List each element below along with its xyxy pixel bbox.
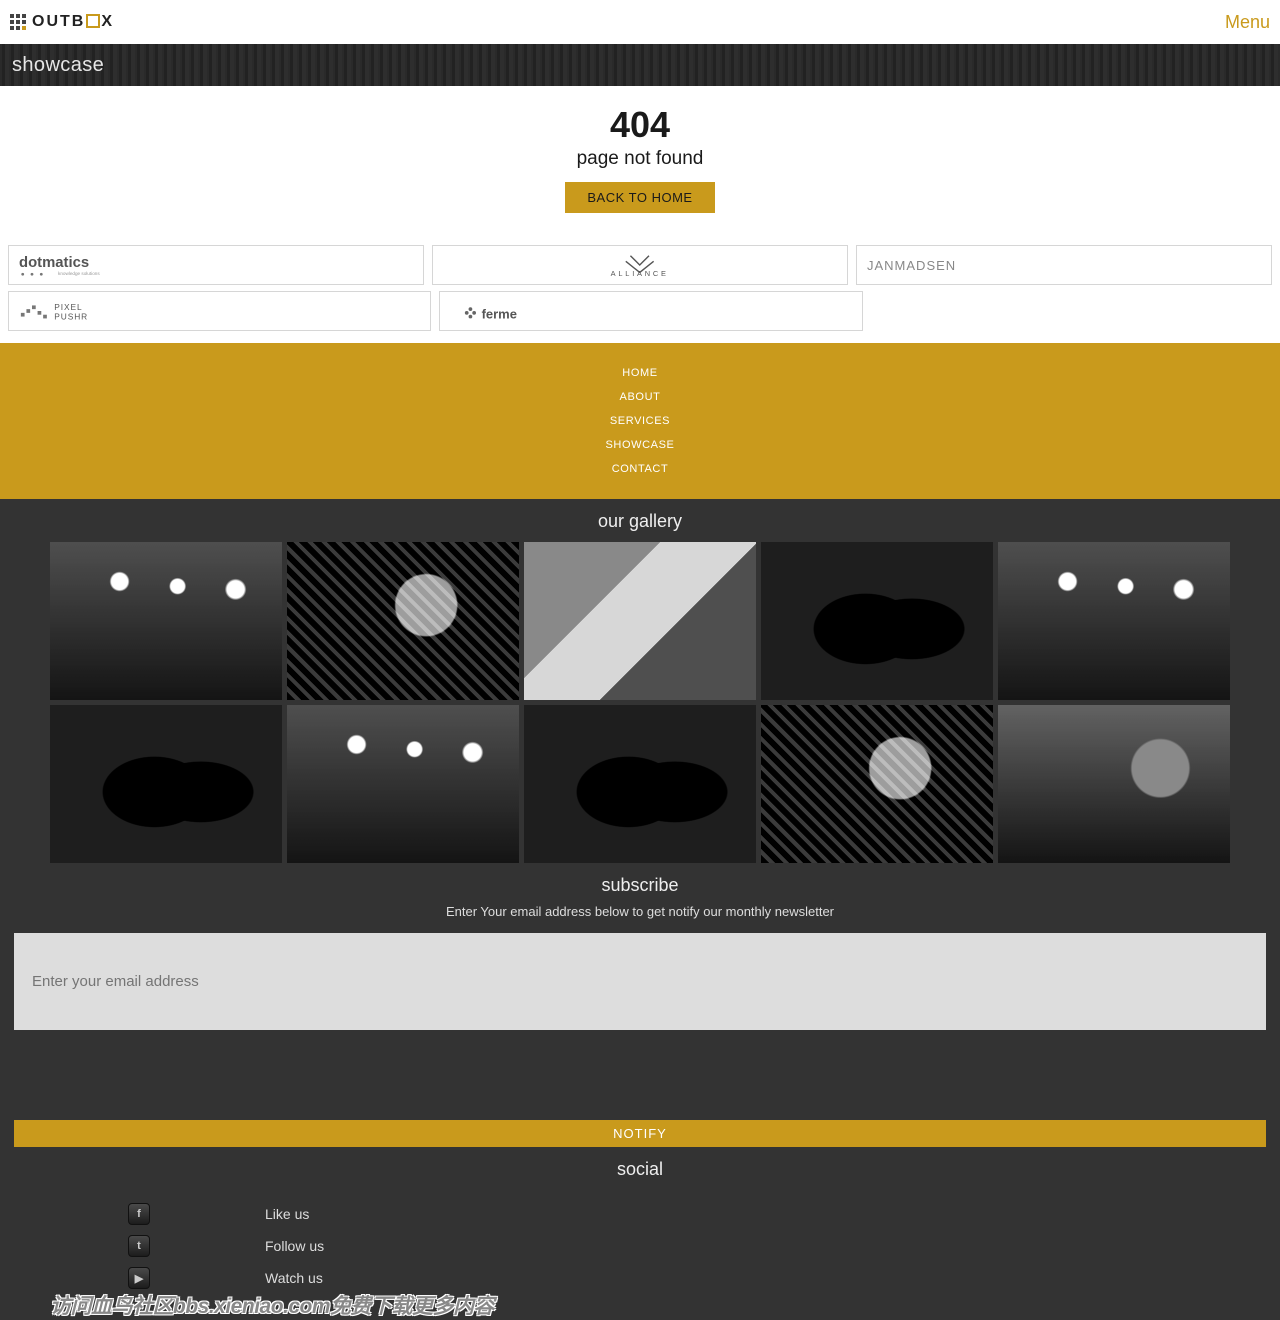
error-code: 404 xyxy=(0,104,1280,146)
gallery-thumb[interactable] xyxy=(761,705,993,863)
svg-text:dotmatics: dotmatics xyxy=(19,255,89,271)
social-label: Follow us xyxy=(265,1238,324,1254)
back-to-home-button[interactable]: BACK TO HOME xyxy=(565,182,714,213)
social-label: Watch us xyxy=(265,1270,323,1286)
svg-text:PUSHR: PUSHR xyxy=(54,311,88,321)
nav-home[interactable]: HOME xyxy=(0,361,1280,385)
error-section: 404 page not found BACK TO HOME xyxy=(0,86,1280,237)
social-title: social xyxy=(0,1147,1280,1190)
nav-about[interactable]: ABOUT xyxy=(0,385,1280,409)
brand-logo[interactable]: OUTBX xyxy=(10,13,114,31)
gallery-thumb[interactable] xyxy=(50,705,282,863)
page-title: showcase xyxy=(12,54,104,77)
page-banner: showcase xyxy=(0,44,1280,86)
client-card-ferme[interactable]: ferme xyxy=(439,291,862,331)
top-header: OUTBX Menu xyxy=(0,0,1280,44)
nav-showcase[interactable]: SHOWCASE xyxy=(0,433,1280,457)
watermark-text: 访问血鸟社区bbs.xieniao.com免费下载更多内容 xyxy=(0,1290,1280,1320)
janmadsen-logo-text: JANMADSEN xyxy=(867,258,956,273)
subscribe-title: subscribe xyxy=(0,863,1280,906)
gallery-thumb[interactable] xyxy=(998,705,1230,863)
footer-nav: HOME ABOUT SERVICES SHOWCASE CONTACT xyxy=(0,343,1280,499)
svg-text:knowledge solutions: knowledge solutions xyxy=(58,271,100,276)
logo-grid-icon xyxy=(10,14,26,30)
svg-text:ferme: ferme xyxy=(482,306,517,321)
facebook-icon: f xyxy=(128,1203,150,1225)
ferme-logo-icon: ferme xyxy=(450,298,561,324)
gallery-thumb[interactable] xyxy=(287,705,519,863)
gallery-thumb[interactable] xyxy=(50,542,282,700)
pixelpushr-logo-icon: PIXELPUSHR xyxy=(19,298,149,324)
dark-footer-section: our gallery subscribe Enter Your email a… xyxy=(0,499,1280,1320)
youtube-icon: ▶ xyxy=(128,1267,150,1289)
dotmatics-logo-icon: dotmaticsknowledge solutions xyxy=(19,252,149,278)
client-card-alliance[interactable]: ALLIANCE xyxy=(432,245,848,285)
nav-services[interactable]: SERVICES xyxy=(0,409,1280,433)
brand-text: OUTBX xyxy=(32,13,114,31)
gallery-thumb[interactable] xyxy=(761,542,993,700)
logo-box-icon xyxy=(86,14,100,28)
gallery-thumb[interactable] xyxy=(287,542,519,700)
social-label: Like us xyxy=(265,1206,309,1222)
client-card-janmadsen[interactable]: JANMADSEN xyxy=(856,245,1272,285)
gallery-thumb[interactable] xyxy=(524,705,756,863)
subscribe-desc: Enter Your email address below to get no… xyxy=(0,904,1280,919)
nav-contact[interactable]: CONTACT xyxy=(0,457,1280,481)
gallery-thumb[interactable] xyxy=(524,542,756,700)
social-facebook[interactable]: f Like us xyxy=(128,1198,1280,1230)
social-twitter[interactable]: t Follow us xyxy=(128,1230,1280,1262)
client-card-pixelpushr[interactable]: PIXELPUSHR xyxy=(8,291,431,331)
gallery-title: our gallery xyxy=(0,499,1280,542)
client-card-dotmatics[interactable]: dotmaticsknowledge solutions xyxy=(8,245,424,285)
twitter-icon: t xyxy=(128,1235,150,1257)
menu-toggle[interactable]: Menu xyxy=(1225,12,1270,33)
gallery-grid xyxy=(0,542,1280,863)
clients-section: dotmaticsknowledge solutions ALLIANCE JA… xyxy=(0,237,1280,343)
gallery-thumb[interactable] xyxy=(998,542,1230,700)
email-input[interactable] xyxy=(14,933,1266,1030)
notify-button[interactable]: NOTIFY xyxy=(14,1120,1266,1147)
alliance-logo-icon: ALLIANCE xyxy=(584,252,695,278)
svg-text:ALLIANCE: ALLIANCE xyxy=(611,269,669,278)
error-message: page not found xyxy=(0,148,1280,170)
